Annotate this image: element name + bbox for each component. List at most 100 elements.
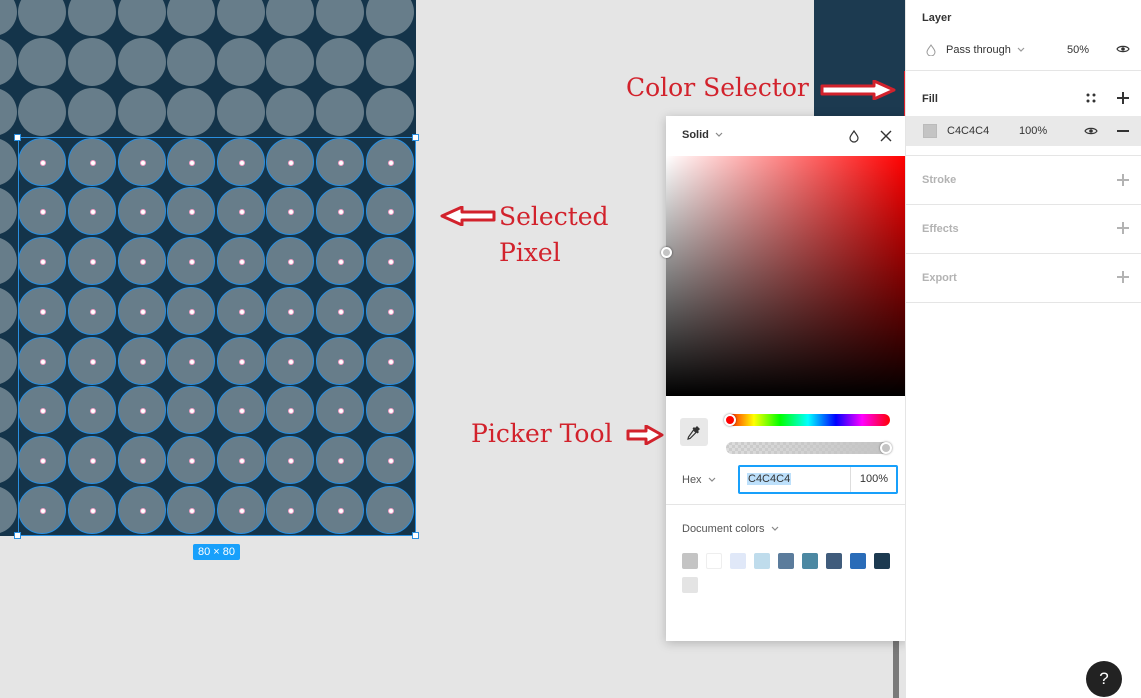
properties-panel: Layer Pass through 50% Fill C4C4C4 100% … (905, 0, 1141, 698)
effects-section-title: Effects (922, 223, 959, 235)
selection-box[interactable] (18, 137, 416, 536)
pixel-circle[interactable] (217, 88, 265, 136)
close-icon[interactable] (879, 129, 893, 143)
pixel-circle[interactable] (0, 436, 17, 484)
opacity-slider-thumb[interactable] (880, 442, 892, 454)
pixel-circle[interactable] (68, 88, 116, 136)
selection-handle-bottom-left[interactable] (14, 532, 21, 539)
pixel-circle[interactable] (0, 237, 17, 285)
add-export-icon[interactable] (1117, 271, 1129, 283)
stroke-section-title: Stroke (922, 174, 957, 186)
opacity-slider[interactable] (726, 442, 892, 454)
add-stroke-icon[interactable] (1117, 174, 1129, 186)
fill-color-swatch[interactable] (923, 124, 937, 138)
blend-mode-icon (926, 44, 936, 56)
saturation-brightness-field[interactable] (661, 156, 906, 396)
pixel-circle[interactable] (0, 386, 17, 434)
document-color-swatch[interactable] (826, 553, 842, 569)
document-color-swatch[interactable] (778, 553, 794, 569)
eye-icon[interactable] (1116, 44, 1130, 54)
pixel-circle[interactable] (0, 486, 17, 534)
document-colors-dropdown[interactable]: Document colors (682, 523, 779, 535)
pixel-circle[interactable] (366, 88, 414, 136)
document-color-swatch[interactable] (682, 577, 698, 593)
pixel-circle[interactable] (266, 0, 314, 36)
selection-handle-top-left[interactable] (14, 134, 21, 141)
style-drop-icon[interactable] (848, 129, 860, 143)
saturation-cursor[interactable] (661, 247, 672, 258)
pixel-circle[interactable] (118, 38, 166, 86)
pixel-circle[interactable] (316, 38, 364, 86)
pixel-circle[interactable] (0, 337, 17, 385)
pixel-circle[interactable] (68, 0, 116, 36)
pixel-circle[interactable] (18, 88, 66, 136)
document-colors-label: Document colors (682, 523, 765, 535)
color-format-dropdown[interactable]: Hex (682, 474, 716, 486)
pixel-circle[interactable] (0, 38, 17, 86)
pixel-circle[interactable] (366, 38, 414, 86)
chevron-down-icon (715, 132, 723, 137)
eyedropper-button[interactable] (680, 418, 708, 446)
pixel-circle[interactable] (167, 0, 215, 36)
pixel-circle[interactable] (217, 0, 265, 36)
blend-mode-dropdown[interactable]: Pass through (946, 44, 1025, 56)
fill-hex-value[interactable]: C4C4C4 (947, 125, 989, 137)
document-color-swatch[interactable] (706, 553, 722, 569)
annotation-selected-pixel-line1: Selected (499, 202, 609, 231)
layer-opacity-input[interactable]: 50% (1067, 44, 1089, 56)
pixel-circle[interactable] (0, 187, 17, 235)
annotation-arrow-left-icon (440, 206, 496, 226)
fill-type-dropdown[interactable]: Solid (682, 129, 723, 141)
pixel-circle[interactable] (68, 38, 116, 86)
pixel-circle[interactable] (18, 38, 66, 86)
selection-handle-top-right[interactable] (412, 134, 419, 141)
picker-divider (666, 504, 906, 505)
hex-opacity-input[interactable]: 100% (850, 467, 896, 492)
pixel-circle[interactable] (167, 38, 215, 86)
fill-row[interactable]: C4C4C4 100% (906, 116, 1141, 146)
export-section-title: Export (922, 272, 957, 284)
pixel-circle[interactable] (266, 38, 314, 86)
eye-icon[interactable] (1084, 126, 1098, 136)
pixel-circle[interactable] (0, 287, 17, 335)
document-color-swatch[interactable] (730, 553, 746, 569)
pixel-circle[interactable] (0, 88, 17, 136)
hue-slider-thumb[interactable] (724, 414, 736, 426)
opacity-slider-gradient (726, 442, 890, 454)
selection-handle-bottom-right[interactable] (412, 532, 419, 539)
annotation-arrow-right-small-icon (626, 425, 664, 445)
blend-mode-label: Pass through (946, 44, 1011, 56)
help-button[interactable]: ? (1086, 661, 1122, 697)
color-picker-popup: Solid Hex C4C4C4 100% Document colors (661, 116, 906, 641)
document-color-swatch[interactable] (682, 553, 698, 569)
picker-header: Solid (666, 116, 906, 156)
pixel-circle[interactable] (118, 0, 166, 36)
document-color-swatch[interactable] (754, 553, 770, 569)
document-color-swatch[interactable] (850, 553, 866, 569)
remove-fill-icon[interactable] (1117, 130, 1129, 132)
chevron-down-icon (771, 526, 779, 531)
document-color-swatch[interactable] (802, 553, 818, 569)
pixel-circle[interactable] (217, 38, 265, 86)
styles-grid-icon[interactable] (1086, 93, 1096, 103)
pixel-circle[interactable] (0, 0, 17, 36)
selection-size-badge: 80 × 80 (193, 544, 240, 560)
color-format-label: Hex (682, 474, 702, 486)
fill-opacity-value[interactable]: 100% (1019, 125, 1047, 137)
pixel-circle[interactable] (167, 88, 215, 136)
hex-input[interactable]: C4C4C4 (740, 467, 850, 492)
add-effect-icon[interactable] (1117, 222, 1129, 234)
hue-slider[interactable] (724, 414, 890, 426)
pixel-circle[interactable] (18, 0, 66, 36)
pixel-circle[interactable] (266, 88, 314, 136)
layer-section-title: Layer (922, 12, 952, 24)
pixel-circle[interactable] (118, 88, 166, 136)
pixel-circle[interactable] (316, 0, 364, 36)
pixel-circle[interactable] (0, 138, 17, 186)
document-color-swatch[interactable] (874, 553, 890, 569)
panel-divider (906, 204, 1141, 205)
fill-type-label: Solid (682, 129, 709, 141)
pixel-circle[interactable] (366, 0, 414, 36)
add-fill-icon[interactable] (1117, 92, 1129, 104)
pixel-circle[interactable] (316, 88, 364, 136)
